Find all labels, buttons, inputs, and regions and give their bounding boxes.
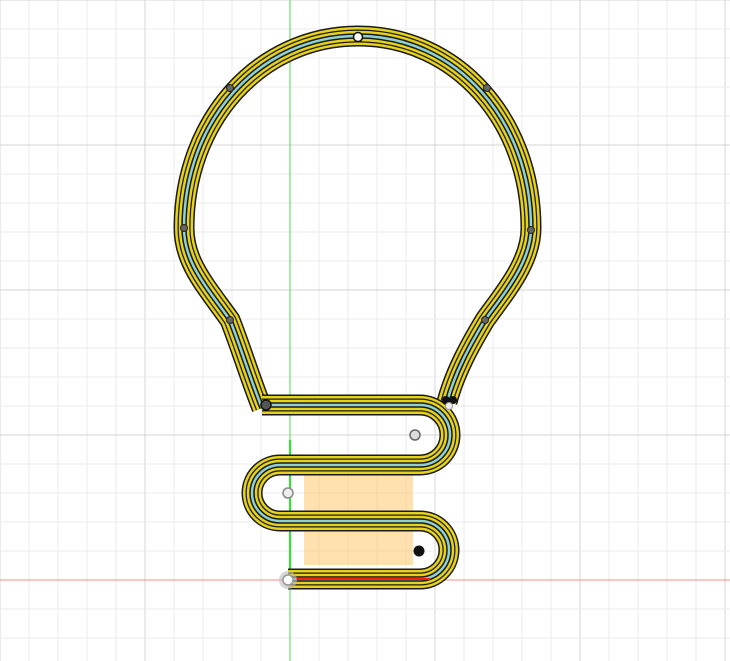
sketch-point[interactable]	[260, 399, 272, 411]
arc-center-point[interactable]	[409, 429, 421, 441]
sketch-point[interactable]	[445, 402, 453, 410]
origin-point[interactable]	[282, 574, 294, 586]
sketch-point[interactable]	[352, 31, 364, 43]
sketch-point[interactable]	[226, 316, 234, 324]
sketch-canvas[interactable]	[0, 0, 730, 661]
sketch-point[interactable]	[483, 84, 491, 92]
arc-center-point[interactable]	[413, 545, 425, 557]
sketch-point[interactable]	[226, 84, 234, 92]
arc-center-point[interactable]	[282, 487, 294, 499]
sketch-point[interactable]	[180, 224, 188, 232]
sketch-point[interactable]	[481, 316, 489, 324]
sketch-point[interactable]	[527, 226, 535, 234]
bulb-globe-path[interactable]	[173, 25, 542, 412]
